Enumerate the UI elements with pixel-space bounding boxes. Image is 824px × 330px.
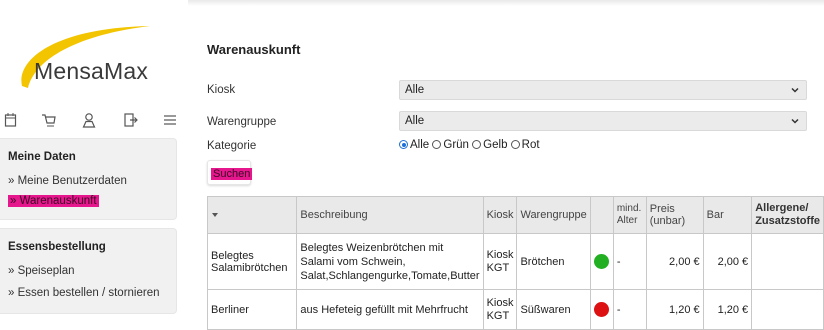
nav-section-meine-daten: Meine Daten » Meine Benutzerdaten » Ware… — [0, 138, 177, 220]
cell-warengruppe: Brötchen — [516, 233, 591, 290]
sidebar: MensaMax Meine Daten » Meine Benutzerdat… — [0, 0, 188, 320]
cell-beschreibung: Belegtes Weizenbrötchen mit Salami vom S… — [296, 233, 484, 290]
cell-warengruppe: Süßwaren — [516, 289, 591, 330]
kiosk-label: Kiosk — [207, 84, 236, 96]
status-red-dot — [593, 302, 609, 317]
status-green-dot — [593, 254, 609, 269]
kategorie-radio-group: Alle Grün Gelb Rot — [399, 139, 540, 151]
cell-beschreibung: aus Hefeteig gefüllt mit Mehrfrucht — [296, 289, 484, 330]
cell-kiosk: Kiosk KGT — [482, 233, 518, 290]
cart-icon[interactable] — [41, 112, 57, 128]
column-header-kiosk[interactable]: Kiosk — [482, 196, 518, 234]
nav-item-warenauskunft[interactable]: » Warenauskunft — [8, 195, 99, 207]
warengruppe-select[interactable]: Alle — [399, 111, 807, 131]
kiosk-select[interactable]: Alle — [399, 80, 807, 100]
table-row[interactable]: Berliner aus Hefeteig gefüllt mit Mehrfr… — [206, 289, 824, 330]
cell-alter: - — [612, 289, 647, 330]
search-button[interactable]: Suchen — [207, 160, 253, 185]
column-header-allergene[interactable]: Allergene/ Zusatzstoffe — [751, 196, 824, 234]
logout-icon[interactable] — [123, 112, 139, 128]
column-header-status[interactable] — [589, 196, 614, 234]
sort-caret-icon — [212, 213, 218, 217]
column-header-warengruppe[interactable]: Warengruppe — [516, 196, 591, 234]
cell-name: Berliner — [206, 289, 298, 330]
nav-section-title: Essensbestellung — [8, 241, 106, 253]
radio-alle[interactable] — [399, 140, 408, 149]
nav-item-essen-bestellen[interactable]: » Essen bestellen / stornieren — [8, 287, 160, 299]
kiosk-select-value: Alle — [405, 84, 425, 96]
cell-bar: 2,00 € — [702, 233, 753, 290]
nav-item-benutzerdaten[interactable]: » Meine Benutzerdaten — [8, 175, 127, 187]
cell-kiosk: Kiosk KGT — [482, 289, 518, 330]
sort-column-header[interactable] — [206, 196, 298, 234]
warengruppe-label: Warengruppe — [207, 116, 277, 128]
radio-label: Grün — [443, 139, 469, 151]
cell-allergene — [751, 233, 824, 290]
column-header-alter[interactable]: mind. Alter — [612, 196, 647, 234]
nav-item-speiseplan[interactable]: » Speiseplan — [8, 265, 75, 277]
cell-status — [589, 233, 614, 290]
cell-alter: - — [612, 233, 647, 290]
column-header-preis[interactable]: Preis (unbar) — [645, 196, 704, 234]
search-button-label: Suchen — [211, 168, 253, 180]
cell-bar: 1,20 € — [702, 289, 753, 330]
table-row[interactable]: Belegtes Salamibrötchen Belegtes Weizenb… — [206, 233, 824, 290]
radio-gruen[interactable] — [432, 140, 442, 149]
column-header-bar[interactable]: Bar — [702, 196, 753, 234]
results-table: Beschreibung Kiosk Warengruppe mind. Alt… — [206, 196, 824, 330]
cell-status — [589, 289, 614, 330]
page-title: Warenauskunft — [207, 42, 301, 57]
radio-gelb[interactable] — [472, 140, 482, 149]
nav-item-label: » Warenauskunft — [8, 195, 99, 207]
nav-section-essensbestellung: Essensbestellung » Speiseplan » Essen be… — [0, 228, 177, 314]
cell-allergene — [751, 289, 824, 330]
kategorie-label: Kategorie — [207, 140, 257, 152]
cell-preis: 2,00 € — [645, 233, 704, 290]
app-logo: MensaMax — [34, 58, 149, 84]
user-icon[interactable] — [82, 112, 96, 128]
radio-rot[interactable] — [510, 140, 520, 149]
nav-section-title: Meine Daten — [8, 151, 76, 163]
radio-label: Rot — [521, 139, 540, 151]
warengruppe-select-value: Alle — [405, 115, 425, 127]
menu-icon[interactable] — [163, 112, 177, 128]
chevron-down-icon — [790, 116, 800, 129]
radio-label: Alle — [410, 139, 430, 151]
column-header-beschreibung[interactable]: Beschreibung — [296, 196, 484, 234]
radio-label: Gelb — [483, 139, 508, 151]
chevron-down-icon — [790, 85, 800, 98]
table-header-row: Beschreibung Kiosk Warengruppe mind. Alt… — [206, 196, 824, 234]
calendar-icon[interactable] — [4, 112, 18, 128]
toolbar-icons — [0, 112, 188, 134]
cell-name: Belegtes Salamibrötchen — [206, 233, 298, 290]
cell-preis: 1,20 € — [645, 289, 704, 330]
